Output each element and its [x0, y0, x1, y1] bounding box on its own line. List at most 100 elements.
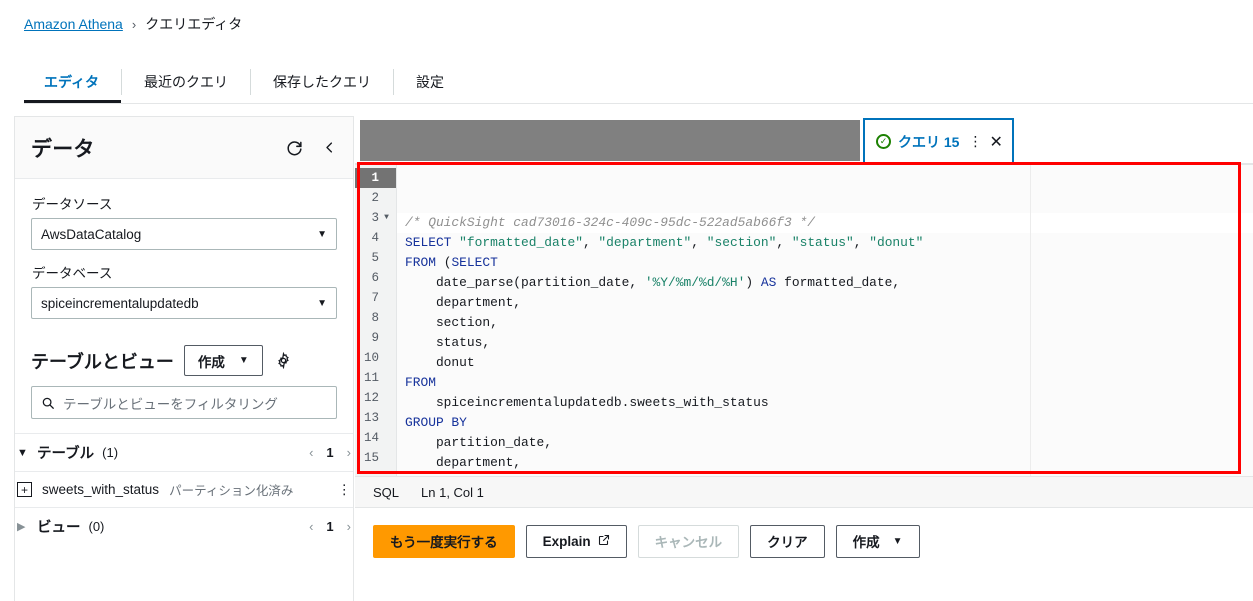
data-sidebar-title: データ	[31, 137, 95, 161]
code-line: section,	[397, 473, 1253, 476]
views-next-page-button[interactable]: ›	[347, 519, 351, 534]
explain-button-label: Explain	[542, 533, 591, 549]
tables-prev-page-button[interactable]: ‹	[309, 445, 313, 460]
tables-and-views-title: テーブルとビュー	[31, 351, 174, 372]
line-number: 15	[363, 451, 379, 465]
chevron-down-icon: ▼	[317, 297, 327, 309]
tables-next-page-button[interactable]: ›	[347, 445, 351, 460]
code-token: GROUP BY	[405, 415, 467, 430]
tab-saved-queries-label: 保存したクエリ	[273, 74, 372, 90]
code-token: "donut"	[869, 235, 924, 250]
datasource-select[interactable]: AwsDataCatalog ▼	[31, 218, 337, 250]
chevron-right-icon[interactable]: ▶	[17, 520, 29, 533]
data-sidebar: データ データソース AwsDataCatalog ▼ データベース spice…	[14, 116, 354, 601]
filter-tables-placeholder: テーブルとビューをフィルタリング	[63, 396, 278, 412]
breadcrumb-link-amazon-athena[interactable]: Amazon Athena	[24, 16, 123, 32]
line-number: 10	[363, 351, 379, 365]
editor-cursor-position: Ln 1, Col 1	[421, 484, 484, 500]
cancel-button-label: キャンセル	[654, 535, 723, 550]
line-number: 13	[363, 411, 379, 425]
refresh-icon[interactable]	[285, 138, 304, 157]
code-line: department,	[397, 453, 1253, 473]
code-token: FROM	[405, 375, 436, 390]
clear-button[interactable]: クリア	[750, 524, 825, 558]
athena-query-editor-page: Amazon Athena › クエリエディタ エディタ 最近のクエリ 保存した…	[0, 0, 1253, 601]
explain-button[interactable]: Explain	[525, 524, 627, 558]
tab-editor[interactable]: エディタ	[24, 60, 122, 104]
line-number: 8	[371, 311, 379, 325]
code-token: "formatted_date"	[459, 235, 583, 250]
fold-toggle-icon[interactable]: ▼	[383, 208, 390, 228]
chevron-down-icon: ▼	[317, 228, 327, 240]
print-margin-line	[1030, 165, 1031, 476]
run-again-button[interactable]: もう一度実行する	[373, 524, 515, 558]
database-value: spiceincrementalupdatedb	[41, 295, 199, 311]
create-table-button[interactable]: 作成 ▼	[183, 345, 263, 376]
views-pager: ‹ 1 ›	[309, 519, 351, 534]
filter-tables-input[interactable]: テーブルとビューをフィルタリング	[31, 386, 337, 419]
query-tab-label: クエリ 15	[898, 133, 960, 150]
close-icon[interactable]: ✕	[989, 132, 1002, 152]
code-token: AS	[760, 275, 777, 290]
sql-code-content[interactable]: /* QuickSight cad73016-324c-409c-95dc-52…	[397, 165, 1253, 476]
query-tab-active[interactable]: ✓ クエリ 15 ⋮ ✕	[863, 118, 1014, 163]
code-token: partition_date,	[405, 435, 552, 450]
code-token: "status"	[791, 235, 854, 250]
chevron-left-icon[interactable]	[322, 139, 337, 156]
line-number: 1	[355, 168, 396, 188]
database-label: データベース	[32, 266, 113, 281]
tab-settings[interactable]: 設定	[394, 60, 466, 104]
tab-recent-queries[interactable]: 最近のクエリ	[122, 60, 250, 104]
code-token: section,	[405, 475, 498, 476]
create-button[interactable]: 作成 ▼	[835, 524, 920, 558]
tables-group-row[interactable]: ▼ テーブル (1) ‹ 1 ›	[15, 433, 353, 471]
code-line: section,	[397, 313, 1253, 333]
line-number: 9	[371, 331, 379, 345]
line-number: 3 ▼	[355, 208, 396, 228]
tables-page-number[interactable]: 1	[326, 445, 333, 460]
views-page-number[interactable]: 1	[326, 519, 333, 534]
chevron-right-icon: ›	[131, 16, 137, 32]
views-group-row[interactable]: ▶ ビュー (0) ‹ 1 ›	[15, 507, 353, 545]
chevron-down-icon: ▼	[892, 535, 903, 547]
table-partitioned-tag: パーティション化済み	[169, 484, 294, 498]
code-line: status,	[397, 333, 1253, 353]
line-number: 7	[371, 291, 379, 305]
query-tab-strip: ✓ クエリ 15 ⋮ ✕	[355, 116, 1253, 164]
table-row[interactable]: + sweets_with_status パーティション化済み ⋮	[15, 471, 353, 507]
line-number: 11	[363, 371, 379, 385]
chevron-down-icon[interactable]: ▼	[17, 447, 29, 459]
code-token: ,	[582, 235, 599, 250]
code-line: department,	[397, 293, 1253, 313]
code-token: status,	[405, 335, 491, 350]
code-line: GROUP BY	[397, 413, 1253, 433]
code-token: (	[435, 255, 452, 270]
code-token: formatted_date,	[776, 275, 901, 290]
tab-recent-queries-label: 最近のクエリ	[144, 74, 229, 90]
code-token: department,	[405, 455, 522, 470]
sql-code-editor[interactable]: 1 2 3 ▼ 4 5 6 7 8 9 10 11 12 13 14 15 /* QuickSight cad…	[355, 164, 1253, 476]
code-line: FROM (SELECT	[397, 253, 1253, 273]
views-prev-page-button[interactable]: ‹	[309, 519, 313, 534]
code-token: ,	[776, 235, 792, 250]
code-token: section,	[405, 315, 498, 330]
data-sidebar-header: データ	[15, 117, 353, 179]
tab-bar-underline	[24, 103, 1253, 104]
tables-group-label: テーブル	[37, 446, 95, 462]
data-sidebar-body: データソース AwsDataCatalog ▼ データベース spiceincr…	[15, 179, 353, 419]
query-tab-menu-icon[interactable]: ⋮	[968, 133, 982, 150]
line-number: 6	[371, 271, 379, 285]
database-select[interactable]: spiceincrementalupdatedb ▼	[31, 287, 337, 319]
tab-saved-queries[interactable]: 保存したクエリ	[251, 60, 393, 104]
code-token: "department"	[598, 235, 692, 250]
code-token: department,	[405, 295, 522, 310]
table-row-menu-icon[interactable]: ⋮	[338, 482, 352, 498]
datasource-value: AwsDataCatalog	[41, 226, 142, 242]
tables-group: ▼ テーブル (1) ‹ 1 › + sweets_with_status パー…	[15, 433, 353, 545]
code-line: date_parse(partition_date, '%Y/%m/%d/%H'…	[397, 273, 1253, 293]
code-token: ,	[853, 235, 870, 250]
datasource-label: データソース	[32, 197, 113, 212]
gear-icon[interactable]	[275, 352, 292, 369]
plus-box-icon[interactable]: +	[17, 482, 32, 497]
breadcrumb: Amazon Athena › クエリエディタ	[24, 14, 242, 34]
